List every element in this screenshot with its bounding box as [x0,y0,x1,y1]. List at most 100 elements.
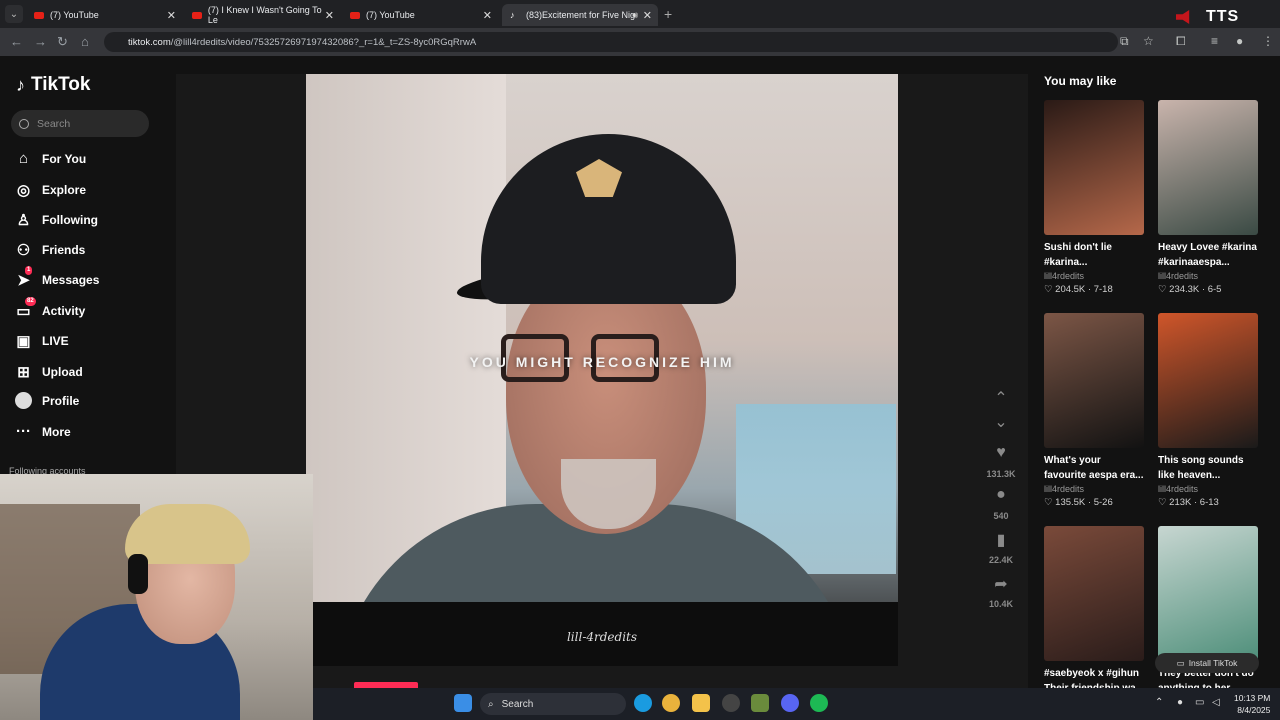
nav-label: Following [42,212,98,227]
taskbar-search[interactable]: ⌕ Search [480,693,626,715]
close-tab-icon[interactable]: ✕ [325,9,334,22]
spotify-icon[interactable] [810,694,828,712]
nav-profile[interactable]: Profile [15,392,79,409]
tab-title: (83)Excitement for Five Nig [526,10,636,20]
tab-search-dropdown[interactable]: ⌄ [5,5,23,23]
like-button[interactable]: ♥ 131.3K [978,444,1024,482]
card-author[interactable]: lill4rdedits [1044,484,1144,494]
edge-icon[interactable] [634,694,652,712]
activity-icon: ▭ 82 [16,297,36,320]
back-icon[interactable]: ← [10,34,23,49]
webcam-overlay [0,474,313,720]
card-meta: ♡ 234.3K · 6-5 [1158,284,1222,295]
nav-label: Profile [42,393,80,408]
bookmark-icon: ▮ [996,532,1006,549]
suggested-video-card[interactable]: #saebyeok x #gihunTheir friendship wa... [1044,526,1144,696]
card-meta: ♡ 204.5K · 7-18 [1044,284,1113,295]
chevron-up-icon: ⌃ [994,390,1008,407]
volume-icon[interactable]: ◁ [1212,697,1220,708]
nav-label: LIVE [42,333,69,348]
search-input[interactable]: Search [11,110,149,137]
reload-icon[interactable]: ↻ [57,34,68,50]
close-tab-icon[interactable]: ✕ [167,9,176,22]
video-frame[interactable]: YOU MIGHT RECOGNIZE HIM lill-4rdedits [306,74,898,666]
nav-for-you[interactable]: ⌂ For You [15,150,86,167]
like-count: 131.3K [986,469,1016,479]
messages-icon: ➤ 1 [17,266,33,289]
windows-start-icon[interactable] [454,694,472,712]
profile-avatar[interactable]: ● [1236,34,1243,48]
minecraft-icon[interactable] [751,694,769,712]
suggested-video-card[interactable]: What's your favourite aespa era... lill4r… [1044,313,1144,508]
browser-tab[interactable]: (7) I Knew I Wasn't Going To Le ✕ [184,4,340,26]
install-tiktok-button[interactable]: ▭ Install TikTok [1155,653,1259,673]
media-controls-icon[interactable]: ≡ [1211,34,1218,48]
tab-title: (7) YouTube [366,10,415,20]
discord-icon[interactable] [781,694,799,712]
speaker-icon[interactable]: 🔊︎ [632,10,638,21]
scroll-up-button[interactable]: ⌃ [978,388,1024,408]
video-thumbnail[interactable] [1158,526,1258,661]
nav-friends[interactable]: ⚇ Friends [15,241,86,259]
video-thumbnail[interactable] [1044,526,1144,661]
menu-kebab-icon[interactable]: ⋮ [1262,34,1274,48]
taskbar-search-label: Search [501,698,534,710]
home-icon[interactable]: ⌂ [81,34,89,49]
friends-icon: ⚇ [16,241,31,259]
search-icon: ⌕ [488,698,494,710]
nav-activity[interactable]: ▭ 82 Activity [15,297,85,320]
video-thumbnail[interactable] [1158,100,1258,235]
save-button[interactable]: ▮ 22.4K [978,530,1024,568]
file-explorer-icon[interactable] [692,694,710,712]
card-author[interactable]: lill4rdedits [1158,271,1258,281]
save-count: 22.4K [988,555,1014,565]
chrome-icon[interactable] [662,694,680,712]
browser-tab-active[interactable]: ♪ (83)Excitement for Five Nig 🔊︎ ✕ [502,4,658,26]
close-tab-icon[interactable]: ✕ [643,9,652,22]
nav-explore[interactable]: ◎ Explore [15,181,86,199]
card-title: Sushi don't lie #karina... [1044,242,1112,268]
tab-title: (7) I Knew I Wasn't Going To Le [207,5,322,25]
video-thumbnail[interactable] [1158,313,1258,448]
microphone-icon[interactable]: ● [1177,697,1183,708]
comment-button[interactable]: ● 540 [978,486,1024,524]
card-author[interactable]: lill4rdedits [1158,484,1258,494]
network-icon[interactable]: ▭ [1195,697,1204,708]
card-title: This song sounds like heaven... [1158,455,1244,481]
share-icon: ➦ [994,576,1008,593]
monitor-icon: ▭ [1176,657,1185,668]
close-tab-icon[interactable]: ✕ [483,9,492,22]
you-may-like-heading: You may like [1044,74,1117,88]
subject-cap [481,134,736,304]
nav-label: Messages [42,272,100,287]
youtube-icon [350,11,360,19]
video-thumbnail[interactable] [1044,100,1144,235]
card-author[interactable]: lill4rdedits [1044,271,1144,281]
install-app-icon[interactable]: ⧉ [1120,34,1129,49]
nav-live[interactable]: ▣ LIVE [15,332,69,350]
tts-overlay: TTS [1176,8,1239,26]
bookmark-star-icon[interactable]: ☆ [1143,34,1154,48]
nav-messages[interactable]: ➤ 1 Messages [15,266,100,289]
browser-tab[interactable]: (7) YouTube ✕ [342,4,498,26]
obs-icon[interactable] [722,694,740,712]
new-tab-button[interactable]: + [664,6,672,22]
suggested-video-card[interactable]: Heavy Lovee #karina #karinaaespa... lill4… [1158,100,1258,295]
search-icon [19,118,29,129]
nav-more[interactable]: ··· More [15,423,71,440]
tray-overflow-icon[interactable]: ⌃ [1155,697,1163,708]
suggested-video-card[interactable]: This song sounds like heaven... lill4rded… [1158,313,1258,508]
taskbar-clock[interactable]: 10:13 PM 8/4/2025 [1234,692,1270,716]
nav-upload[interactable]: ⊞ Upload [15,363,82,381]
forward-icon[interactable]: → [34,34,47,49]
video-thumbnail[interactable] [1044,313,1144,448]
headset-icon [128,554,148,594]
scroll-down-button[interactable]: ⌄ [978,412,1024,432]
url-field[interactable]: tiktok.com/@lill4rdedits/video/753257269… [104,32,1118,52]
tiktok-logo[interactable]: ♪ TikTok [16,74,90,96]
extensions-icon[interactable]: ⧠ [1176,34,1186,49]
browser-tab[interactable]: (7) YouTube ✕ [26,4,182,26]
nav-following[interactable]: ♙ Following [15,211,98,229]
share-button[interactable]: ➦ 10.4K [978,574,1024,612]
suggested-video-card[interactable]: Sushi don't lie #karina... lill4rdedits ♡… [1044,100,1144,295]
